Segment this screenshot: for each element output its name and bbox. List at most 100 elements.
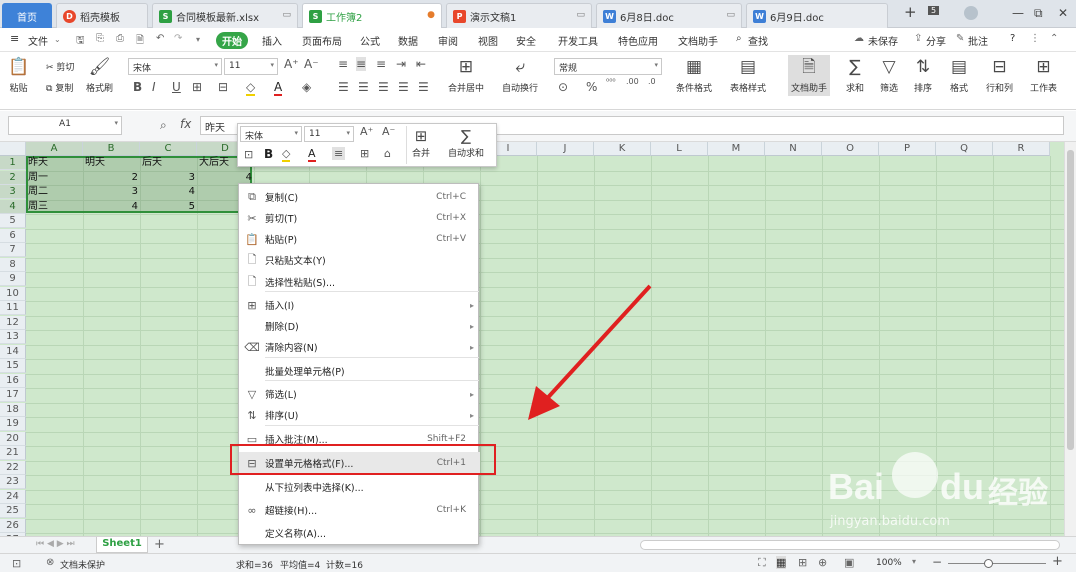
print-icon[interactable]: ⎙	[116, 33, 124, 44]
cell-b3[interactable]: 3	[83, 185, 140, 199]
menu-data[interactable]: 数据	[398, 33, 418, 48]
context-item-9[interactable]: ▽ 筛选(L) ▸	[239, 383, 480, 405]
row-header-14[interactable]: 14	[0, 344, 26, 359]
menu-special[interactable]: 特色应用	[618, 33, 658, 48]
menu-developer[interactable]: 开发工具	[558, 33, 598, 48]
share-button[interactable]: 分享	[926, 33, 946, 48]
select-all-corner[interactable]	[0, 142, 26, 156]
row-header-11[interactable]: 11	[0, 301, 26, 315]
row-header-6[interactable]: 6	[0, 228, 26, 243]
restore-icon[interactable]: ⧉	[1034, 6, 1043, 21]
fill-color-icon[interactable]: ◇	[246, 80, 256, 96]
increase-decimal-icon[interactable]: .00	[626, 77, 639, 86]
row-header-21[interactable]: 21	[0, 446, 26, 460]
format-painter-icon[interactable]: ⊡	[244, 148, 253, 161]
avatar[interactable]	[964, 6, 978, 20]
page-break-view-icon[interactable]: ⊞	[798, 556, 807, 569]
outdent-icon[interactable]: ⇤	[416, 57, 426, 71]
window-icon[interactable]: ▭	[576, 10, 585, 20]
merge-center-button[interactable]: ⊞ 合并居中	[448, 57, 484, 94]
row-header-4[interactable]: 4	[0, 199, 26, 214]
increase-font-icon[interactable]: A⁺	[360, 125, 373, 138]
number-format-select[interactable]: 常规 ▾	[554, 58, 662, 75]
camera-icon[interactable]: ▣	[844, 556, 854, 569]
menu-start[interactable]: 开始	[216, 32, 248, 49]
context-item-0[interactable]: ⧉ 复制(C) Ctrl+C	[239, 186, 480, 208]
format-painter-button[interactable]: 🖌 格式刷	[86, 57, 113, 94]
cell-b1[interactable]: 明天	[83, 156, 140, 170]
context-item-4[interactable]: 🗋 选择性粘贴(S)...	[239, 271, 480, 293]
column-header-m[interactable]: M	[708, 142, 765, 156]
decrease-font-icon[interactable]: A⁻	[304, 57, 319, 71]
window-icon[interactable]: ▭	[282, 10, 291, 20]
row-header-12[interactable]: 12	[0, 315, 26, 330]
format-button[interactable]: ▤ 格式	[950, 57, 968, 94]
row-header-18[interactable]: 18	[0, 402, 26, 417]
fill-color-icon[interactable]: ◇	[282, 147, 291, 162]
menu-review[interactable]: 审阅	[438, 33, 458, 48]
conditional-format-button[interactable]: ▦ 条件格式	[676, 57, 712, 94]
context-item-1[interactable]: ✂ 剪切(T) Ctrl+X	[239, 207, 480, 229]
protect-status[interactable]: 文档未保护	[60, 558, 105, 571]
row-header-7[interactable]: 7	[0, 243, 26, 257]
row-header-13[interactable]: 13	[0, 330, 26, 344]
align-top-icon[interactable]: ≡	[338, 57, 348, 71]
column-header-n[interactable]: N	[765, 142, 822, 156]
normal-view-icon[interactable]: ▦	[776, 556, 787, 569]
macro-icon[interactable]: ⊡	[12, 557, 21, 570]
row-header-5[interactable]: 5	[0, 214, 26, 228]
wrap-text-button[interactable]: ⤶ 自动换行	[502, 57, 538, 94]
font-size-select[interactable]: 11 ▾	[224, 58, 278, 75]
decrease-font-icon[interactable]: A⁻	[382, 125, 395, 138]
sheet-nav-icon[interactable]: ⏮ ◀ ▶ ⏭	[36, 539, 75, 549]
menu-formula[interactable]: 公式	[360, 33, 380, 48]
copy-button[interactable]: ⧉ 复制	[46, 81, 73, 94]
column-header-a[interactable]: A	[26, 142, 83, 156]
column-header-k[interactable]: K	[594, 142, 651, 156]
menu-doc-helper[interactable]: 文档助手	[678, 33, 718, 48]
scroll-thumb[interactable]	[1067, 150, 1074, 450]
row-header-19[interactable]: 19	[0, 417, 26, 431]
search-icon[interactable]: ⌕	[736, 33, 742, 44]
font-color-icon[interactable]: A	[308, 147, 316, 162]
context-item-10[interactable]: ⇅ 排序(U) ▸	[239, 404, 480, 426]
clear-icon[interactable]: ⌂	[384, 147, 391, 160]
column-header-b[interactable]: B	[83, 142, 140, 156]
save-icon[interactable]: 🖫	[76, 33, 85, 50]
chevron-down-icon[interactable]: ⌄	[54, 35, 61, 44]
table-style-button[interactable]: ▤ 表格样式	[730, 57, 766, 94]
indent-icon[interactable]: ⇥	[396, 57, 406, 71]
cell-a4[interactable]: 周三	[26, 200, 83, 214]
row-header-2[interactable]: 2	[0, 170, 26, 185]
row-header-9[interactable]: 9	[0, 272, 26, 286]
row-header-22[interactable]: 22	[0, 460, 26, 475]
thousands-icon[interactable]: ⁰⁰⁰	[606, 77, 616, 86]
paste-button[interactable]: 📋 粘贴	[8, 57, 29, 94]
cell-a3[interactable]: 周二	[26, 185, 83, 199]
context-item-2[interactable]: 📋 粘贴(P) Ctrl+V	[239, 228, 480, 250]
underline-button[interactable]: U	[172, 80, 181, 94]
context-item-7[interactable]: ⌫ 清除内容(N) ▸	[239, 336, 480, 358]
zoom-in-icon[interactable]: +	[1052, 554, 1063, 569]
window-icon[interactable]: ▭	[726, 10, 735, 20]
redo-icon[interactable]: ↷	[174, 33, 182, 44]
align-middle-icon[interactable]: ≡	[356, 57, 367, 71]
row-header-17[interactable]: 17	[0, 388, 26, 402]
row-header-25[interactable]: 25	[0, 504, 26, 518]
column-header-j[interactable]: J	[537, 142, 594, 156]
horizontal-scrollbar[interactable]	[640, 540, 1060, 550]
chevron-down-icon[interactable]: ▾	[912, 557, 916, 566]
increase-font-icon[interactable]: A⁺	[284, 57, 299, 71]
decrease-decimal-icon[interactable]: .0	[648, 77, 656, 86]
mini-font-select[interactable]: 宋体 ▾	[240, 126, 302, 142]
menu-insert[interactable]: 插入	[262, 33, 282, 48]
context-item-6[interactable]: 删除(D) ▸	[239, 315, 480, 337]
currency-icon[interactable]: ⊙	[558, 80, 568, 94]
border-icon[interactable]: ⊞	[192, 80, 202, 94]
cell-a1[interactable]: 昨天	[26, 156, 83, 170]
zoom-slider[interactable]	[948, 563, 1046, 564]
row-header-24[interactable]: 24	[0, 489, 26, 504]
zoom-out-icon[interactable]: −	[932, 555, 942, 569]
preview-icon[interactable]: 🗎	[136, 33, 144, 50]
sort-button[interactable]: ⇅ 排序	[914, 57, 932, 94]
